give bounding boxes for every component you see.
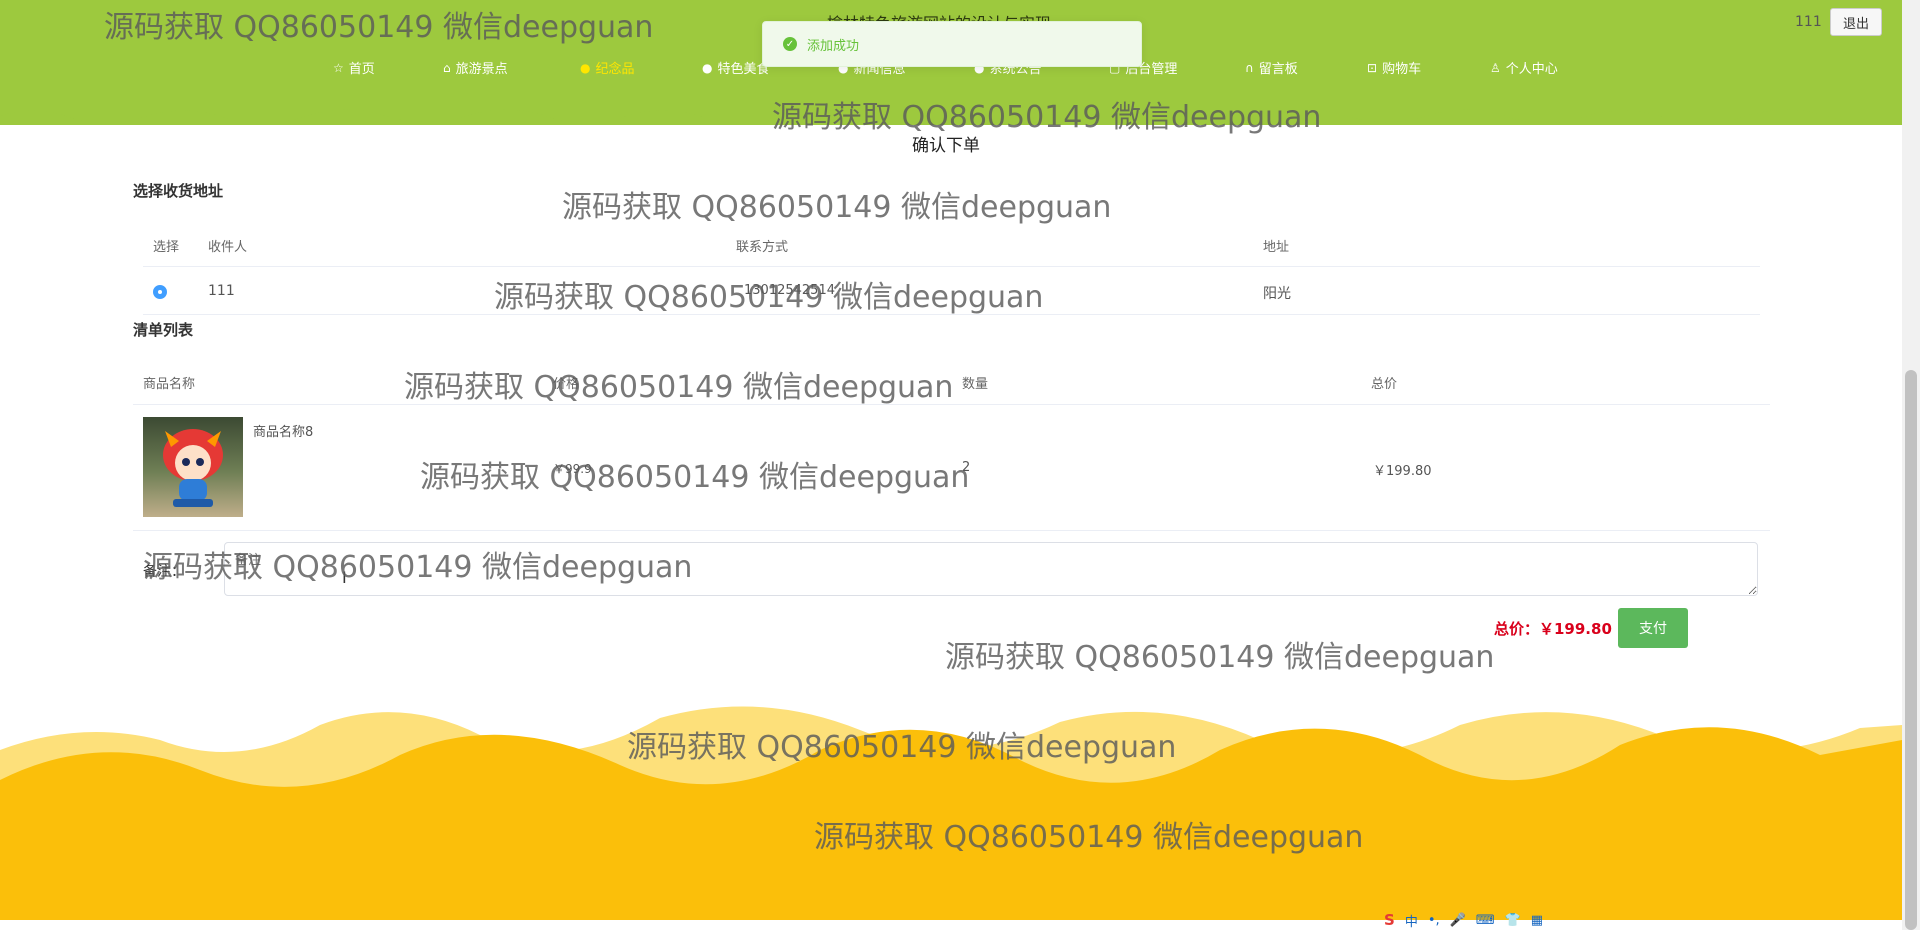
footer-wave-decoration	[0, 706, 1902, 920]
nav-label: 旅游景点	[455, 62, 508, 77]
order-total: 总价：￥199.80	[1494, 620, 1612, 638]
address-phone: 13012542514	[744, 283, 835, 298]
address-col-phone: 联系方式	[736, 240, 789, 255]
address-section-label: 选择收货地址	[133, 182, 224, 200]
items-col-price: 价格	[553, 377, 580, 392]
star-icon: ☆	[333, 60, 344, 75]
cart-icon: ⊡	[1367, 60, 1378, 75]
items-col-total: 总价	[1371, 377, 1398, 392]
address-col-select: 选择	[153, 240, 180, 255]
ime-skin-icon[interactable]: 👕	[1505, 913, 1521, 928]
nav-item-message-board[interactable]: ∩ 留言板	[1245, 58, 1298, 78]
current-user-name: 111	[1795, 14, 1822, 30]
page-title: 确认下单	[912, 136, 980, 156]
table-divider	[133, 530, 1770, 531]
nav-item-home[interactable]: ☆ 首页	[333, 58, 375, 78]
success-toast: ✓ 添加成功	[762, 21, 1142, 67]
mouse-cursor-ibeam-icon: I	[342, 568, 347, 587]
address-radio-selected[interactable]	[153, 285, 167, 299]
address-col-recipient: 收件人	[208, 240, 248, 255]
nav-label: 首页	[348, 62, 375, 77]
nav-item-profile[interactable]: ♙ 个人中心	[1490, 58, 1558, 78]
nav-item-food[interactable]: ● 特色美食	[702, 58, 770, 78]
headset-icon: ∩	[1245, 60, 1254, 75]
nav-item-cart[interactable]: ⊡ 购物车	[1367, 58, 1422, 78]
watermark: 源码获取 QQ86050149 微信deepguan	[420, 460, 970, 495]
product-image[interactable]	[143, 417, 243, 517]
ime-toolbox-icon[interactable]: ▦	[1531, 913, 1543, 928]
address-text: 阳光	[1263, 286, 1291, 302]
nav-item-souvenirs[interactable]: ● 纪念品	[580, 58, 635, 78]
product-price: ￥99.9	[553, 462, 592, 476]
user-icon: ♙	[1490, 60, 1501, 75]
check-circle-icon: ✓	[783, 37, 797, 51]
table-divider	[143, 266, 1760, 267]
table-divider	[133, 404, 1770, 405]
question-icon: ●	[702, 60, 713, 75]
watermark: 源码获取 QQ86050149 微信deepguan	[562, 190, 1112, 225]
nav-item-attractions[interactable]: ⌂ 旅游景点	[443, 58, 508, 78]
remark-textarea[interactable]	[224, 542, 1758, 596]
product-name[interactable]: 商品名称8	[253, 421, 313, 440]
nav-label: 购物车	[1382, 62, 1422, 77]
remark-label: 备注：	[143, 564, 185, 580]
nav-label: 个人中心	[1505, 62, 1558, 77]
ime-chinese-mode[interactable]: 中	[1405, 911, 1418, 930]
ime-keyboard-icon[interactable]: ⌨	[1476, 913, 1495, 928]
address-col-address: 地址	[1263, 240, 1290, 255]
address-recipient: 111	[208, 283, 235, 299]
items-col-quantity: 数量	[962, 377, 989, 392]
info-icon: ●	[580, 60, 591, 75]
bag-icon: ⌂	[443, 60, 451, 75]
scrollbar-thumb[interactable]	[1905, 370, 1917, 930]
product-total: ￥199.80	[1373, 464, 1432, 479]
nav-label: 纪念品	[595, 62, 635, 77]
watermark: 源码获取 QQ86050149 微信deepguan	[404, 370, 954, 405]
product-quantity: 2	[962, 460, 971, 475]
logout-button[interactable]: 退出	[1830, 8, 1882, 36]
sogou-logo-icon[interactable]: S	[1384, 911, 1395, 929]
ime-microphone-icon[interactable]: 🎤	[1450, 913, 1466, 928]
watermark: 源码获取 QQ86050149 微信deepguan	[945, 640, 1495, 675]
toast-message: 添加成功	[807, 38, 860, 54]
table-divider	[143, 314, 1760, 315]
ime-punctuation-icon[interactable]: •,	[1428, 913, 1440, 928]
items-section-label: 清单列表	[133, 321, 194, 339]
header-wave-decoration	[0, 100, 1902, 124]
pay-button[interactable]: 支付	[1618, 608, 1688, 648]
items-col-name: 商品名称	[143, 377, 196, 392]
nav-label: 留言板	[1258, 62, 1298, 77]
ime-toolbar[interactable]: S 中 •, 🎤 ⌨ 👕 ▦	[1384, 910, 1543, 930]
